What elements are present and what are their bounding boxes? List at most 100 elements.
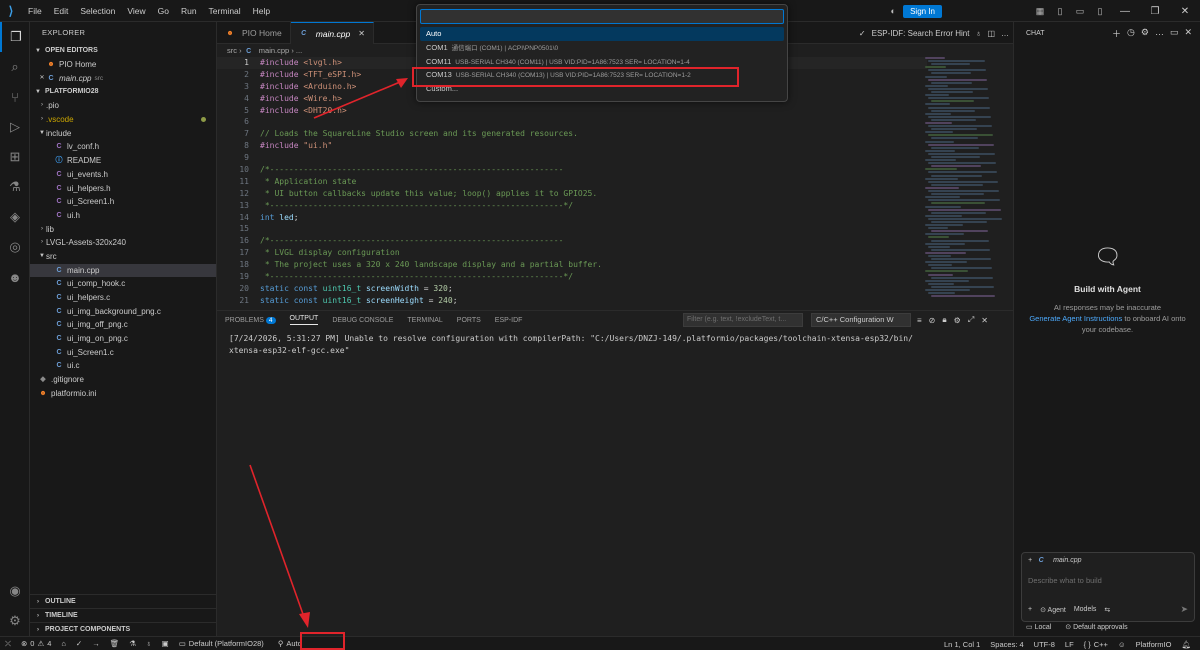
folder-item[interactable]: › .pio (30, 99, 216, 113)
folder-item[interactable]: › lib (30, 223, 216, 237)
local-toggle[interactable]: ▭ Local (1026, 623, 1051, 631)
search-icon[interactable]: ⌕ (0, 52, 30, 82)
file-item[interactable]: Cui_events.h (30, 168, 216, 182)
menu-item-go[interactable]: Go (152, 0, 175, 22)
problems-status[interactable]: ⊗ 0 ⚠ 4 (16, 639, 56, 648)
menu-item-help[interactable]: Help (247, 0, 276, 22)
python-icon[interactable]: ◈ (0, 202, 30, 232)
toggle-sidebar-icon[interactable]: ▯ (1053, 6, 1067, 17)
file-item[interactable]: Cui_img_off_png.c (30, 318, 216, 332)
quick-pick-input[interactable] (420, 9, 784, 24)
menu-item-edit[interactable]: Edit (48, 0, 75, 22)
menu-item-file[interactable]: File (22, 0, 48, 22)
menu-item-selection[interactable]: Selection (74, 0, 121, 22)
error-hint-button[interactable]: ESP-IDF: Search Error Hint (872, 29, 970, 38)
file-item[interactable]: Cui_helpers.c (30, 291, 216, 305)
file-item[interactable]: Cui_helpers.h (30, 182, 216, 196)
file-item[interactable]: Cui.c (30, 359, 216, 373)
folder-item[interactable]: ▼ include (30, 127, 216, 141)
check-icon[interactable]: ✓ (859, 29, 866, 38)
home-icon[interactable]: ⌂ (56, 639, 71, 648)
notifications-icon[interactable]: 🔔︎ (1176, 640, 1196, 649)
settings-gear-icon[interactable]: ⚙ (0, 606, 30, 636)
accounts-icon[interactable]: ◐ (886, 6, 900, 16)
output-filter-input[interactable]: Filter (e.g. text, !excludeText, t... (683, 313, 803, 327)
context-attachment[interactable]: + C main.cpp (1028, 557, 1188, 564)
more-actions-icon[interactable]: … (1001, 29, 1009, 38)
menu-item-view[interactable]: View (121, 0, 151, 22)
section-outline[interactable]: › OUTLINE (30, 594, 217, 608)
folder-item[interactable]: › LVGL-Assets-320x240 (30, 236, 216, 250)
end-of-line[interactable]: LF (1060, 640, 1079, 649)
open-editors-section[interactable]: ▼ OPEN EDITORS (30, 44, 216, 58)
maximize-icon[interactable]: ❐ (1140, 6, 1170, 17)
testing-icon[interactable]: ⚗ (0, 172, 30, 202)
esp-idf-icon[interactable]: ◎ (0, 232, 30, 262)
lock-icon[interactable]: 🔒︎ (942, 315, 946, 325)
breadcrumb-more[interactable]: ... (296, 46, 302, 55)
layout-icon[interactable]: ▦ (1033, 6, 1047, 17)
panel-tab-debug-console[interactable]: DEBUG CONSOLE (332, 317, 393, 324)
open-editor-item[interactable]: ✕ Cmain.cpp src (30, 72, 216, 86)
editor-tab[interactable]: Cmain.cpp ✕ (290, 22, 374, 44)
terminal-icon[interactable]: ▣ (157, 639, 174, 648)
language-mode[interactable]: { } C++ (1079, 640, 1113, 649)
menu-item-terminal[interactable]: Terminal (203, 0, 247, 22)
models-select[interactable]: Models (1074, 606, 1097, 613)
panel-tab-problems[interactable]: PROBLEMS 4 (225, 316, 276, 324)
maximize-icon[interactable]: ▭ (1170, 27, 1179, 40)
folder-item[interactable]: ▼ src (30, 250, 216, 264)
toggle-secondary-sidebar-icon[interactable]: ▯ (1093, 6, 1107, 17)
build-icon[interactable]: ✓ (71, 639, 87, 648)
tools-icon[interactable]: ⇆ (1104, 606, 1110, 614)
more-icon[interactable]: … (1155, 27, 1164, 40)
add-context-icon[interactable]: + (1028, 557, 1032, 564)
project-env-button[interactable]: ▭ Default (PlatformIO28) (174, 639, 269, 648)
generate-instructions-link[interactable]: Generate Agent Instructions (1029, 314, 1122, 323)
project-section[interactable]: ▼ PLATFORMIO28 (30, 85, 216, 99)
maximize-panel-icon[interactable]: ⤢ (968, 315, 974, 325)
split-editor-icon[interactable]: ◫ (987, 29, 995, 38)
folder-item[interactable]: › .vscode (30, 113, 216, 127)
menu-item-run[interactable]: Run (175, 0, 203, 22)
extensions-icon[interactable]: ⊞ (0, 142, 30, 172)
upload-icon[interactable]: → (87, 639, 105, 648)
cursor-position[interactable]: Ln 1, Col 1 (939, 640, 985, 649)
close-window-icon[interactable]: ✕ (1170, 6, 1200, 17)
clean-icon[interactable]: 🗑︎ (105, 639, 125, 648)
minimize-icon[interactable]: — (1110, 6, 1140, 17)
breadcrumb-folder[interactable]: src (227, 46, 237, 55)
send-icon[interactable]: ➤ (1180, 604, 1188, 615)
breadcrumb-file[interactable]: main.cpp (259, 46, 289, 55)
open-editor-item[interactable]: ☻ PIO Home (30, 58, 216, 72)
agent-mode-select[interactable]: ⊙ Agent (1040, 606, 1066, 614)
clear-output-icon[interactable]: ⊘ (929, 316, 936, 325)
sign-in-button[interactable]: Sign In (903, 4, 942, 18)
file-item[interactable]: ◆ .gitignore (30, 373, 216, 387)
test-icon[interactable]: ⚗ (124, 639, 141, 648)
output-channel-select[interactable]: C/C++ Configuration W (811, 313, 911, 327)
file-item[interactable]: Cui_img_background_png.c (30, 305, 216, 319)
approvals-toggle[interactable]: ⊙ Default approvals (1065, 623, 1127, 631)
panel-tab-output[interactable]: OUTPUT (289, 315, 319, 325)
account-icon[interactable]: ◉ (0, 576, 30, 606)
close-tab-icon[interactable]: ✕ (358, 29, 365, 38)
source-control-icon[interactable]: ⑂ (0, 82, 30, 112)
file-item[interactable]: Cui_comp_hook.c (30, 277, 216, 291)
panel-tab-ports[interactable]: PORTS (457, 317, 481, 324)
port-option[interactable]: Auto (420, 27, 784, 41)
serial-monitor-icon[interactable]: ♁ (141, 639, 157, 648)
file-item[interactable]: ☻ platformio.ini (30, 387, 216, 401)
section-timeline[interactable]: › TIMELINE (30, 608, 217, 622)
chat-settings-icon[interactable]: ⚙ (1141, 27, 1149, 40)
new-chat-icon[interactable]: ＋ (1112, 27, 1121, 40)
section-project-components[interactable]: › PROJECT COMPONENTS (30, 622, 217, 636)
copilot-icon[interactable]: ☺ (1113, 640, 1131, 649)
run-debug-icon[interactable]: ▷ (0, 112, 30, 142)
close-icon[interactable]: ✕ (38, 72, 46, 86)
list-icon[interactable]: ≡ (917, 316, 922, 325)
editor-tab[interactable]: ☻ PIO Home (217, 22, 291, 44)
chat-input[interactable]: Describe what to build (1028, 576, 1188, 585)
file-item[interactable]: Cui.h (30, 209, 216, 223)
panel-tab-terminal[interactable]: TERMINAL (407, 317, 442, 324)
